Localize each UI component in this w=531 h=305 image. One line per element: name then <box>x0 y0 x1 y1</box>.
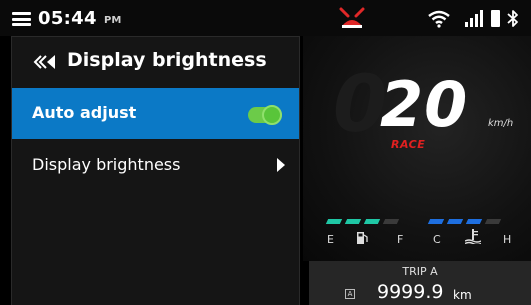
menu-item-label: Auto adjust <box>32 103 137 122</box>
riding-mode: RACE <box>391 138 426 151</box>
trip-a-badge-icon: A <box>345 289 355 299</box>
temp-low-label: C <box>433 233 441 246</box>
menu-item-display-brightness[interactable]: Display brightness <box>12 140 299 191</box>
settings-panel: Display brightness Auto adjust Display b… <box>11 36 300 305</box>
panel-header: Display brightness <box>12 37 299 86</box>
fuel-level-segment <box>382 219 400 224</box>
double-chevron-left-icon[interactable] <box>33 54 57 70</box>
auto-adjust-toggle[interactable] <box>248 105 282 125</box>
menu-item-auto-adjust[interactable]: Auto adjust <box>12 88 299 139</box>
temp-level-segment <box>446 219 464 224</box>
chevron-right-icon <box>277 158 285 172</box>
temp-level-bar <box>427 219 505 225</box>
battery-icon <box>491 10 500 27</box>
fuel-pump-icon <box>357 232 368 244</box>
page-title: Display brightness <box>67 49 267 71</box>
fuel-low-label: E <box>327 233 334 246</box>
bike-alert-icon <box>339 7 365 28</box>
trip-value: 9999.9 <box>377 281 444 303</box>
speed-value: 20 <box>380 68 469 141</box>
fuel-level-segment <box>325 219 343 224</box>
wifi-icon <box>428 10 450 28</box>
trip-unit: km <box>453 288 472 302</box>
dashboard-screen: 05:44 PM Display brightness Auto adjust … <box>0 0 531 305</box>
fuel-high-label: F <box>397 233 404 246</box>
temp-high-label: H <box>503 233 512 246</box>
fuel-level-bar <box>325 219 403 225</box>
temp-level-segment <box>465 219 483 224</box>
signal-icon <box>465 10 483 27</box>
fuel-level-segment <box>344 219 362 224</box>
bluetooth-icon <box>507 10 518 27</box>
temp-level-segment <box>484 219 502 224</box>
trip-label: TRIP A <box>402 265 438 278</box>
menu-item-label: Display brightness <box>32 155 181 174</box>
fuel-level-segment <box>363 219 381 224</box>
coolant-temp-icon <box>465 229 481 244</box>
speed-unit: km/h <box>488 118 514 129</box>
clock-time: 05:44 <box>38 8 97 29</box>
toggle-knob <box>262 105 282 125</box>
clock-ampm: PM <box>104 15 122 26</box>
trip-meter[interactable]: TRIP A A 9999.9 km <box>309 261 531 305</box>
status-bar: 05:44 PM <box>0 0 531 36</box>
menu-icon[interactable] <box>12 12 31 26</box>
temp-level-segment <box>427 219 445 224</box>
